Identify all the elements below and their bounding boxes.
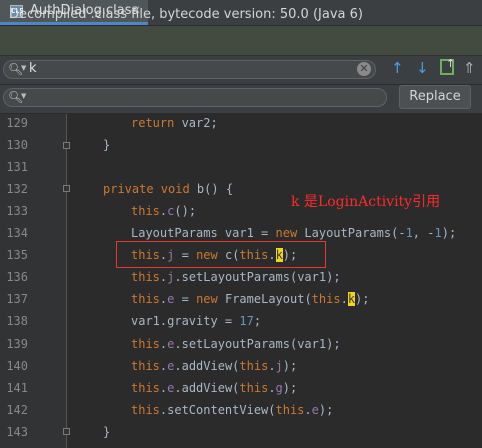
code-line[interactable]: this.j.setLayoutParams(var1); xyxy=(131,270,341,284)
code-token: } xyxy=(103,424,111,439)
code-line[interactable]: LayoutParams var1 = new LayoutParams(-1,… xyxy=(131,226,456,240)
line-number: 135 xyxy=(6,248,28,263)
export-arrow-icon: ↑ xyxy=(446,57,456,70)
code-token: .setLayoutParams(var1); xyxy=(174,336,341,351)
select-all-occurrences-icon[interactable]: ⇑ xyxy=(463,59,476,77)
line-number: 134 xyxy=(6,226,28,241)
code-token: this xyxy=(131,402,160,417)
line-number: 130 xyxy=(6,138,28,153)
code-token: } xyxy=(103,138,111,153)
code-token: new xyxy=(275,226,305,241)
replace-button[interactable]: Replace xyxy=(399,85,471,109)
code-line[interactable]: this.c(); xyxy=(131,204,196,218)
line-number: 137 xyxy=(6,292,28,307)
line-number: 138 xyxy=(6,314,28,329)
replace-history-dropdown-icon[interactable]: ▼ xyxy=(21,92,26,100)
code-token: ); xyxy=(318,402,334,417)
line-number: 131 xyxy=(6,160,28,175)
code-fold-icon[interactable] xyxy=(63,142,70,149)
annotation-text: k 是LoginActivity引用 xyxy=(291,194,441,210)
code-line[interactable]: var1.gravity = 17; xyxy=(131,314,261,328)
code-fold-icon[interactable] xyxy=(63,185,70,192)
code-token: LayoutParams var1 = xyxy=(131,226,276,241)
code-token: this xyxy=(131,292,160,307)
line-number: 142 xyxy=(6,402,28,417)
line-number: 143 xyxy=(6,424,28,439)
code-line[interactable]: this.e.addView(this.j); xyxy=(131,359,297,373)
code-token: this xyxy=(275,402,305,417)
code-token: this xyxy=(239,380,269,395)
code-line[interactable]: } xyxy=(103,425,110,439)
code-line[interactable]: } xyxy=(103,138,110,152)
code-token: ); xyxy=(441,226,457,241)
code-token: .addView( xyxy=(174,380,240,395)
code-token: , - xyxy=(412,226,435,241)
next-occurrence-icon[interactable]: ↓ xyxy=(416,59,429,77)
line-number: 133 xyxy=(6,204,28,219)
replace-input[interactable] xyxy=(3,88,387,107)
previous-occurrence-icon[interactable]: ↑ xyxy=(391,59,404,77)
gutter-separator xyxy=(66,114,67,448)
code-token: this xyxy=(131,270,160,285)
line-number: 139 xyxy=(6,336,28,351)
red-highlight-box xyxy=(116,241,326,268)
code-token: this xyxy=(131,380,160,395)
code-token: . xyxy=(304,402,312,417)
code-token: this xyxy=(131,358,160,373)
line-number: 136 xyxy=(6,270,28,285)
code-token: this xyxy=(239,358,269,373)
search-history-dropdown-icon[interactable]: ▼ xyxy=(21,64,26,72)
code-line[interactable]: this.setContentView(this.e); xyxy=(131,403,333,417)
code-token: var1.gravity = xyxy=(131,314,240,329)
code-token: 1 xyxy=(434,226,442,241)
search-input[interactable] xyxy=(3,60,376,79)
code-token: this xyxy=(131,204,160,219)
code-token: .setContentView( xyxy=(159,402,276,417)
code-token: = xyxy=(174,292,197,307)
banner-text: Decompiled .class file, bytecode version… xyxy=(9,7,363,22)
code-token: ); xyxy=(282,380,298,395)
code-token: var2; xyxy=(181,116,218,130)
code-line[interactable]: this.e = new FrameLayout(this.k); xyxy=(131,292,370,307)
decompiled-info-banner xyxy=(0,26,482,56)
code-token: .setLayoutParams(var1); xyxy=(174,270,341,285)
code-token: FrameLayout( xyxy=(224,292,312,307)
code-token: e xyxy=(311,402,319,417)
line-number: 132 xyxy=(6,182,28,197)
code-token: return xyxy=(131,116,182,130)
code-token: . xyxy=(340,292,348,307)
code-token: ); xyxy=(355,292,370,307)
code-token: (); xyxy=(174,204,197,219)
code-token: LayoutParams(- xyxy=(304,226,406,241)
search-input-value[interactable]: k xyxy=(29,61,37,76)
code-token: ); xyxy=(282,358,298,373)
code-token: b() { xyxy=(196,182,234,197)
clear-search-icon[interactable]: ✕ xyxy=(357,62,371,76)
code-token: new xyxy=(196,292,225,307)
code-token: . xyxy=(268,358,276,373)
code-line[interactable]: this.e.setLayoutParams(var1); xyxy=(131,337,341,351)
code-token: 17 xyxy=(239,314,254,329)
line-number: 141 xyxy=(6,380,28,395)
code-fold-icon[interactable] xyxy=(63,428,70,435)
search-match-highlight: k xyxy=(347,292,356,307)
code-token: private void xyxy=(103,182,197,197)
line-number: 140 xyxy=(6,358,28,373)
code-token: 1 xyxy=(405,226,413,241)
code-line[interactable]: private void b() { xyxy=(103,182,233,196)
code-token: . xyxy=(268,380,276,395)
code-token: j xyxy=(275,358,283,373)
code-token: this xyxy=(131,336,160,351)
code-line[interactable]: return var2; xyxy=(131,116,218,130)
code-token: g xyxy=(275,380,283,395)
line-number: 129 xyxy=(6,116,28,130)
code-token: .addView( xyxy=(174,358,240,373)
code-token: this xyxy=(311,292,341,307)
code-line[interactable]: this.e.addView(this.g); xyxy=(131,381,297,395)
code-token: ; xyxy=(253,314,262,329)
